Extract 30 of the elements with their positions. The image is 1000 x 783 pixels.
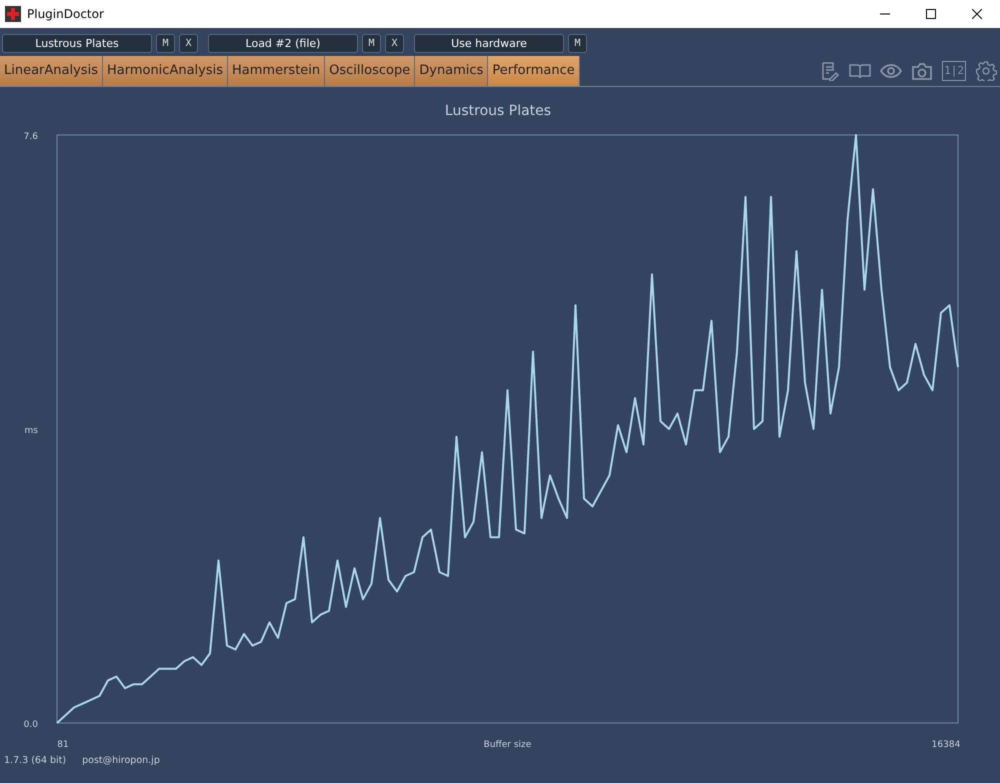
slot-option-button[interactable]: X [179,34,198,53]
window-title: PluginDoctor [27,7,104,21]
slot-option-button[interactable]: M [362,34,381,53]
y-tick-label: 0.0 [24,720,38,730]
tab[interactable]: HarmonicAnalysis [102,56,228,86]
x-tick-label: 81 [57,740,69,750]
settings-icon[interactable] [975,61,997,81]
version-text: 1.7.3 (64 bit) [4,755,66,766]
tab[interactable]: Performance [488,56,580,86]
app-logo-icon [5,6,21,22]
tab[interactable]: LinearAnalysis [0,56,103,86]
tab[interactable]: Dynamics [415,56,488,86]
plugin-slot-button[interactable]: Use hardware [414,34,564,53]
chart-title: Lustrous Plates [444,103,552,119]
plugin-slot-button[interactable]: Load #2 (file) [208,34,358,53]
slot-option-button[interactable]: M [568,34,587,53]
eye-icon[interactable] [880,61,902,81]
tab[interactable]: Oscilloscope [325,56,416,86]
y-axis-label: ms [24,426,38,436]
x-axis-label: Buffer size [484,740,532,750]
slot-option-button[interactable]: X [385,34,404,53]
camera-icon[interactable] [911,61,934,81]
tab[interactable]: Hammerstein [228,56,326,86]
close-icon[interactable] [972,9,982,19]
contact-email: post@hiropon.jp [82,755,160,766]
maximize-icon[interactable] [926,9,936,19]
x-tick-label: 16384 [932,740,960,750]
slot-option-button[interactable]: M [156,34,175,53]
y-tick-label: 7.6 [24,132,38,142]
plugin-slot-button[interactable]: Lustrous Plates [2,34,152,53]
